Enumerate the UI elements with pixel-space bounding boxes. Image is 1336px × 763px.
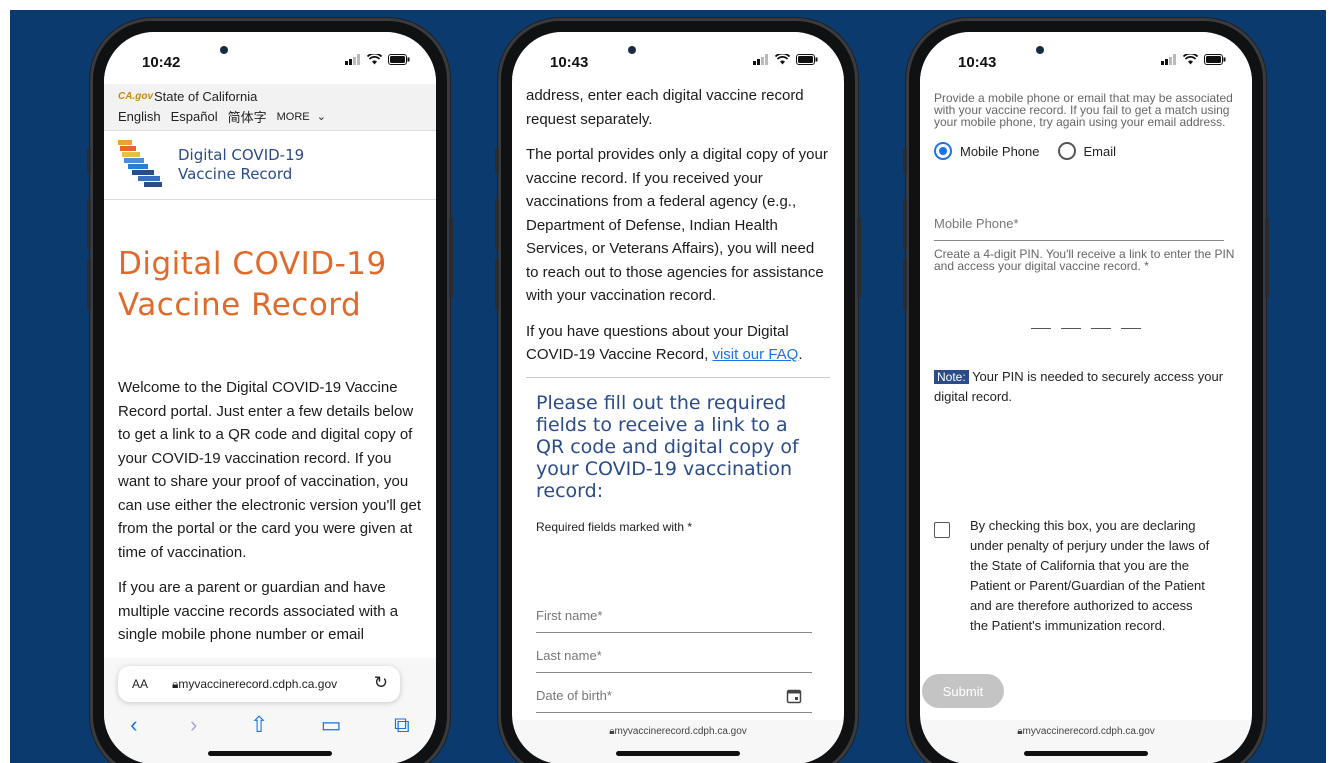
intro-text: Welcome to the Digital COVID-19 Vaccine … (118, 379, 422, 561)
wifi-icon (367, 54, 382, 65)
contact-hint: Provide a mobile phone or email that may… (934, 92, 1233, 129)
para-faq: If you have questions about your Digital… (526, 322, 803, 364)
lang-chinese[interactable]: 简体字 (228, 107, 267, 126)
status-bar: 10:43 (512, 32, 844, 78)
safari-toolbar: AA 🔒︎myvaccinerecord.cdph.ca.gov ↻ ‹ › ⇧… (104, 658, 436, 763)
note-badge: Note: (934, 370, 969, 384)
para-address: address, enter each digital vaccine reco… (526, 87, 804, 128)
pin-digit[interactable] (1031, 328, 1051, 329)
wifi-icon (775, 54, 790, 65)
battery-icon (1204, 54, 1226, 65)
signal-icon (345, 54, 360, 65)
parent-text: If you are a parent or guardian and have… (118, 579, 399, 643)
chevron-down-icon: ⌄ (316, 110, 326, 123)
calendar-icon[interactable] (786, 688, 802, 704)
site-header: Digital COVID-19 Vaccine Record (104, 130, 436, 200)
date-of-birth-field[interactable]: Date of birth* (536, 688, 812, 713)
radio-mobile-phone[interactable] (934, 142, 952, 160)
page-content: Provide a mobile phone or email that may… (920, 92, 1252, 718)
pin-digit[interactable] (1121, 328, 1141, 329)
faq-link[interactable]: visit our FAQ (712, 346, 798, 363)
contact-radio-group: Mobile Phone Email (920, 142, 1252, 160)
required-note: Required fields marked with * (536, 519, 693, 534)
screen-1: 10:42 CA.gov State of California English… (104, 32, 436, 763)
last-name-field[interactable]: Last name* (536, 648, 812, 673)
phone-2: 10:43 address, enter each digital vaccin… (495, 18, 861, 763)
radio-mobile-phone-label[interactable]: Mobile Phone (960, 144, 1040, 159)
url-text: myvaccinerecord.cdph.ca.gov (614, 726, 747, 737)
declaration-text: By checking this box, you are declaring … (970, 518, 1210, 633)
pin-digit[interactable] (1091, 328, 1111, 329)
form-title: Please fill out the required fields to r… (536, 391, 799, 502)
reload-icon[interactable]: ↻ (374, 673, 388, 693)
pin-note: Note: Your PIN is needed to securely acc… (934, 369, 1224, 404)
reader-aa-button[interactable]: AA (132, 677, 148, 691)
page-title: Digital COVID-19 Vaccine Record (118, 246, 387, 323)
forward-icon[interactable]: › (190, 712, 197, 738)
state-label: State of California (154, 88, 258, 104)
page-content: CA.gov State of California English Españ… (104, 84, 436, 658)
submit-button[interactable]: Submit (922, 674, 1004, 708)
pin-digit[interactable] (1061, 328, 1081, 329)
home-indicator (1024, 751, 1148, 756)
url-text: myvaccinerecord.cdph.ca.gov (1022, 726, 1155, 737)
mobile-phone-field[interactable]: Mobile Phone* (934, 216, 1224, 241)
phone-1: 10:42 CA.gov State of California English… (87, 18, 453, 763)
signal-icon (753, 54, 768, 65)
lang-english[interactable]: English (118, 109, 161, 124)
declaration-checkbox[interactable] (934, 522, 950, 538)
home-indicator (208, 751, 332, 756)
language-menu: English Español 简体字 MORE ⌄ (118, 106, 422, 126)
site-title[interactable]: Digital COVID-19 Vaccine Record (178, 146, 304, 184)
signal-icon (1161, 54, 1176, 65)
clock: 10:43 (550, 54, 589, 71)
wifi-icon (1183, 54, 1198, 65)
screen-3: 10:43 Provide a mobile phone or email th… (920, 32, 1252, 763)
battery-icon (796, 54, 818, 65)
status-bar: 10:43 (920, 32, 1252, 92)
radio-email-label[interactable]: Email (1084, 144, 1117, 159)
status-bar: 10:42 (104, 32, 436, 84)
ca-gov-logo[interactable]: CA.gov (118, 91, 153, 102)
safari-url-bar[interactable]: 🔒︎myvaccinerecord.cdph.ca.gov (512, 720, 844, 763)
pin-input[interactable] (920, 328, 1252, 329)
clock: 10:43 (958, 54, 997, 71)
share-icon[interactable]: ⇧ (250, 712, 268, 738)
lang-espanol[interactable]: Español (171, 109, 218, 124)
screen-2: 10:43 address, enter each digital vaccin… (512, 32, 844, 763)
radio-email[interactable] (1057, 142, 1076, 160)
background: 10:42 CA.gov State of California English… (10, 10, 1326, 763)
back-icon[interactable]: ‹ (130, 712, 137, 738)
battery-icon (388, 54, 410, 65)
home-indicator (616, 751, 740, 756)
divider (526, 376, 830, 378)
safari-url-bar[interactable]: 🔒︎myvaccinerecord.cdph.ca.gov (920, 720, 1252, 763)
clock: 10:42 (142, 54, 181, 71)
url-text: myvaccinerecord.cdph.ca.gov (178, 677, 338, 691)
address-bar[interactable]: AA 🔒︎myvaccinerecord.cdph.ca.gov ↻ (118, 666, 400, 702)
california-logo-icon[interactable] (118, 138, 164, 192)
bookmarks-icon[interactable]: ▭ (321, 712, 342, 738)
phone-3: 10:43 Provide a mobile phone or email th… (903, 18, 1269, 763)
tabs-icon[interactable]: ⧉ (394, 712, 410, 738)
para-federal: The portal provides only a digital copy … (526, 146, 828, 304)
ca-gov-bar: CA.gov State of California English Españ… (104, 84, 436, 130)
page-content: address, enter each digital vaccine reco… (512, 78, 844, 718)
pin-hint: Create a 4-digit PIN. You'll receive a l… (934, 247, 1235, 273)
more-button[interactable]: MORE ⌄ (277, 110, 330, 123)
first-name-field[interactable]: First name* (536, 608, 812, 633)
